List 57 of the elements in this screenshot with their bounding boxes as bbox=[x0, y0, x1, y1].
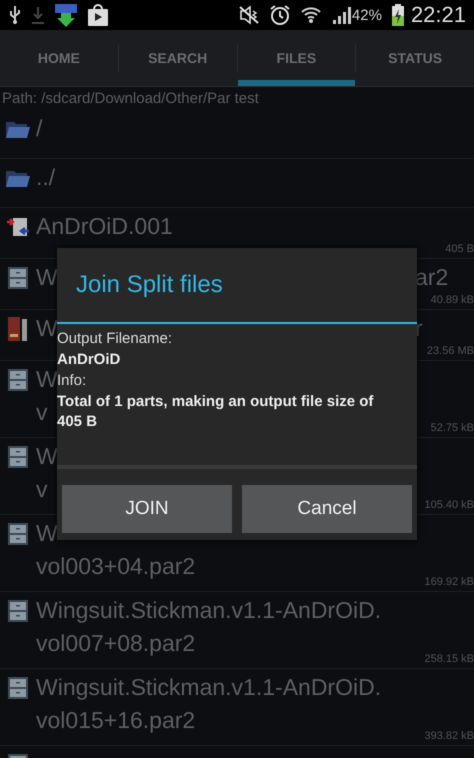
app-icon bbox=[54, 2, 78, 28]
file-name: Wingsuit.Stickman.v1.1-AnDrOiD. bbox=[36, 674, 382, 701]
signal-icon bbox=[330, 5, 351, 25]
file-row[interactable]: Wingsuit.Stickman.v1.1-AnDrOiD. vol015+16.par2 393.82 kB bbox=[0, 669, 474, 746]
file-name: ../ bbox=[36, 164, 56, 191]
info-text: Total of 1 parts, making an output file size of 405 B bbox=[57, 392, 374, 432]
file-size: 52.75 kB bbox=[430, 422, 474, 434]
file-name: / bbox=[36, 115, 42, 142]
tab[interactable]: SEARCH bbox=[118, 30, 236, 86]
archive-book-icon bbox=[7, 316, 29, 342]
alarm-icon bbox=[268, 4, 291, 26]
dialog-button[interactable]: JOIN bbox=[62, 485, 232, 533]
tab[interactable]: HOME bbox=[0, 30, 118, 86]
output-filename-value: AnDrOiD bbox=[57, 350, 122, 370]
dialog-title: Join Split files bbox=[75, 270, 224, 300]
battery-percent: 42% bbox=[352, 6, 382, 24]
file-name: ar2 bbox=[415, 264, 448, 291]
file-name: v bbox=[36, 399, 48, 426]
file-name: W bbox=[36, 520, 58, 547]
battery-charging-icon bbox=[390, 3, 405, 27]
file-cabinet-icon bbox=[8, 266, 28, 288]
file-cabinet-icon bbox=[8, 446, 28, 468]
tab[interactable]: FILES bbox=[238, 30, 356, 86]
file-name: vol007+08.par2 bbox=[36, 630, 196, 657]
file-cabinet-icon bbox=[8, 676, 28, 698]
file-size: 105.40 kB bbox=[424, 499, 474, 511]
file-size: 23.56 MB bbox=[426, 345, 474, 357]
file-row[interactable]: Wingsuit.Stickman.v1.1-AnDrOiD. vol007+08.par2 258.15 kB bbox=[0, 592, 474, 669]
dialog-button[interactable]: Cancel bbox=[242, 485, 412, 533]
file-cabinet-icon bbox=[8, 600, 28, 622]
file-size: 393.82 kB bbox=[424, 730, 474, 742]
info-label: Info: bbox=[57, 371, 88, 391]
path-label: Path: /sdcard/Download/Other/Par test bbox=[1, 89, 260, 109]
file-size: 169.92 kB bbox=[424, 576, 474, 588]
file-name: W bbox=[36, 264, 58, 291]
file-name: W bbox=[36, 443, 58, 470]
file-size: 405 B bbox=[445, 243, 474, 255]
file-cabinet-icon bbox=[8, 368, 28, 390]
file-cabinet-icon bbox=[8, 522, 28, 544]
play-store-icon bbox=[87, 3, 109, 27]
file-name: vol015+16.par2 bbox=[36, 707, 196, 734]
usb-icon bbox=[8, 5, 22, 25]
file-size: 258.15 kB bbox=[424, 653, 474, 665]
tab[interactable]: STATUS bbox=[356, 30, 474, 86]
output-filename-label: Output Filename: bbox=[57, 329, 174, 349]
mute-icon bbox=[238, 5, 260, 25]
download-icon bbox=[31, 5, 45, 25]
file-row[interactable]: ../ bbox=[0, 159, 474, 208]
file-name: W bbox=[36, 315, 58, 341]
file-name: v bbox=[36, 476, 48, 503]
file-name: vol003+04.par2 bbox=[36, 553, 196, 580]
file-size: 40.89 kB bbox=[430, 294, 474, 306]
file-name: AnDrOiD.001 bbox=[36, 213, 173, 240]
file-name: W bbox=[36, 366, 58, 393]
file-name: Wingsuit.Stickman.v1.1-AnDrOiD. bbox=[36, 597, 382, 624]
clock: 22:21 bbox=[410, 2, 466, 28]
file-row[interactable]: / bbox=[0, 110, 474, 159]
